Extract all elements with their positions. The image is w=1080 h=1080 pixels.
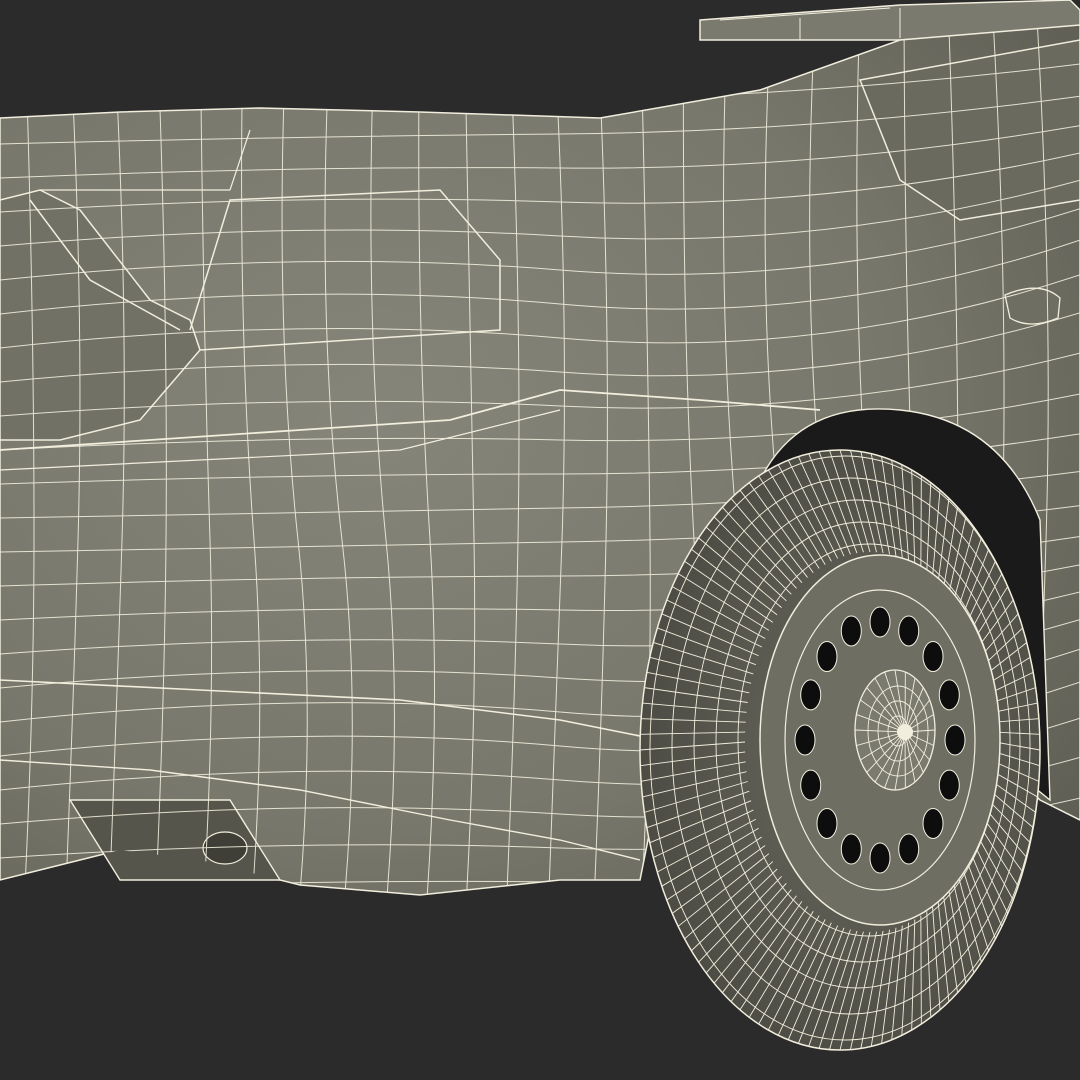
rim-hole	[840, 833, 862, 865]
rim-hole	[869, 606, 891, 638]
rim-hole	[938, 769, 960, 801]
door-handle	[1004, 287, 1061, 325]
rim-hole	[800, 769, 822, 801]
car-wireframe-render	[0, 0, 1080, 1080]
rim-hole	[922, 641, 944, 673]
rim-hole	[944, 724, 966, 756]
rim-hole	[816, 807, 838, 839]
rim-hole	[922, 807, 944, 839]
rim-hole	[898, 615, 920, 647]
rim-hole	[840, 615, 862, 647]
rim-hole	[794, 724, 816, 756]
rim-hole	[938, 679, 960, 711]
viewport	[0, 0, 1080, 1080]
rim-hole	[898, 833, 920, 865]
rear-wheel	[639, 449, 1041, 1051]
rim-hole	[869, 842, 891, 874]
rim-hole	[800, 679, 822, 711]
rim-hole	[816, 641, 838, 673]
